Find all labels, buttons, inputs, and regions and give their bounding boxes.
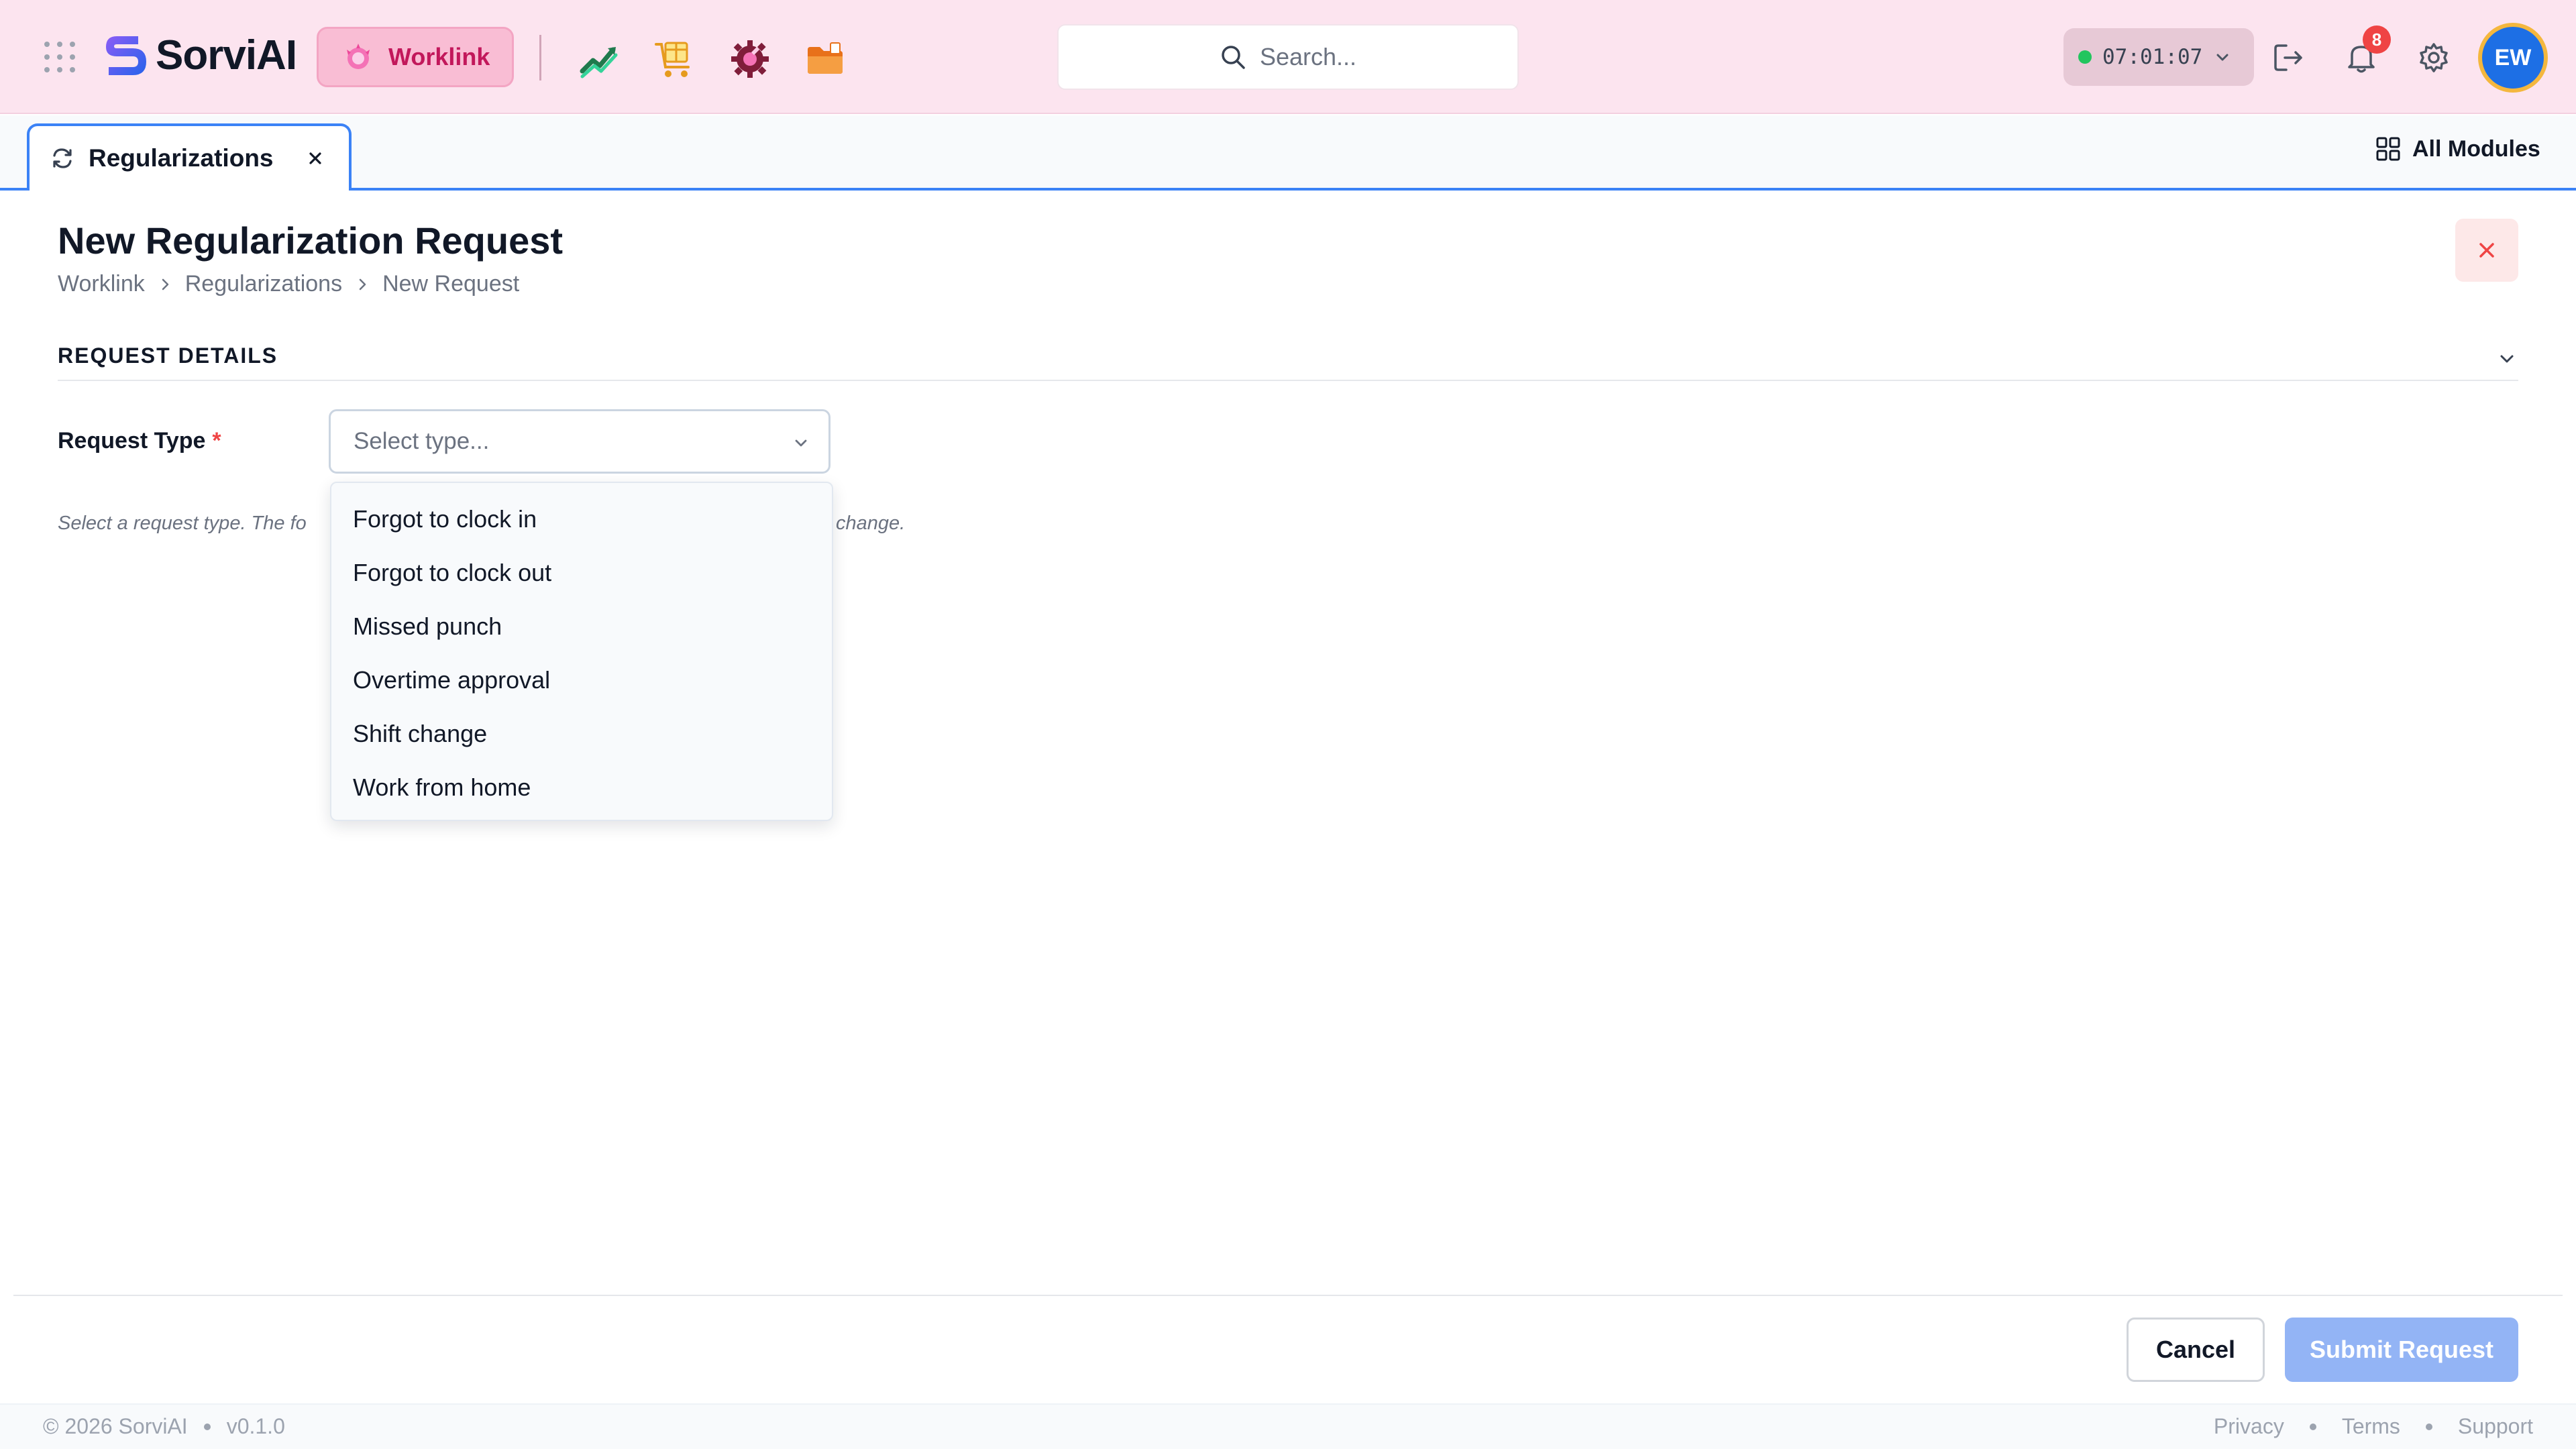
folder-icon[interactable] — [804, 38, 847, 80]
section-title: REQUEST DETAILS — [58, 343, 278, 368]
modules-grid-icon — [2376, 137, 2400, 161]
option-missed-punch[interactable]: Missed punch — [331, 600, 832, 653]
cancel-button[interactable]: Cancel — [2127, 1318, 2265, 1382]
hint-text: Select a request type. The fo — [58, 513, 307, 534]
hint-text-tail: change. — [836, 513, 906, 534]
submit-request-button[interactable]: Submit Request — [2285, 1318, 2518, 1382]
tab-label: Regularizations — [89, 144, 274, 172]
footer-links: Privacy Terms Support — [2214, 1414, 2533, 1439]
request-type-label-text: Request Type — [58, 428, 206, 453]
select-placeholder: Select type... — [354, 428, 490, 454]
breadcrumb-regularizations[interactable]: Regularizations — [185, 271, 342, 297]
worklink-module-icon — [347, 44, 370, 69]
request-type-dropdown-menu: Forgot to clock in Forgot to clock out M… — [330, 482, 833, 821]
attendance-timer[interactable]: 07:01:07 — [2063, 28, 2254, 86]
all-modules-button[interactable]: All Modules — [2375, 136, 2540, 162]
footer-separator-dot — [203, 1423, 211, 1430]
breadcrumb-worklink[interactable]: Worklink — [58, 271, 145, 297]
copyright-text: © 2026 SorviAI — [43, 1414, 188, 1438]
option-work-from-home[interactable]: Work from home — [331, 761, 832, 814]
chevron-down-icon — [795, 439, 807, 447]
online-status-dot — [2078, 50, 2092, 64]
status-bar — [0, 1403, 2576, 1449]
chevron-right-icon — [162, 278, 168, 290]
required-asterisk: * — [212, 428, 221, 453]
sorviai-logo-icon — [106, 36, 146, 75]
search-icon — [1222, 46, 1245, 69]
collapse-section-chevron-icon[interactable] — [2496, 347, 2518, 370]
form-footer-divider — [13, 1295, 2563, 1296]
request-type-hint: Select a request type. The fo change. — [58, 513, 905, 535]
search-placeholder: Search... — [1259, 43, 1357, 70]
gear-wrench-icon[interactable] — [729, 38, 771, 80]
analytics-trend-icon[interactable] — [578, 38, 621, 80]
breadcrumb: Worklink Regularizations New Request — [58, 271, 519, 297]
page-title: New Regularization Request — [58, 219, 564, 262]
request-type-select[interactable]: Select type... — [329, 409, 830, 474]
terms-link[interactable]: Terms — [2342, 1414, 2400, 1439]
footer-separator-dot — [2425, 1423, 2432, 1430]
option-forgot-clock-out[interactable]: Forgot to clock out — [331, 546, 832, 600]
user-avatar[interactable]: EW — [2478, 23, 2548, 93]
request-type-label: Request Type * — [58, 428, 221, 454]
settings-gear-icon[interactable] — [2416, 40, 2451, 75]
global-search-input[interactable]: Search... — [1057, 24, 1519, 90]
close-tab-icon[interactable] — [305, 148, 326, 169]
app-logo[interactable]: SorviAI — [99, 30, 297, 80]
footer-meta: © 2026 SorviAI v0.1.0 — [43, 1414, 285, 1439]
timer-value: 07:01:07 — [2102, 45, 2203, 69]
option-shift-change[interactable]: Shift change — [331, 707, 832, 761]
refresh-arrows-icon — [53, 148, 72, 168]
tab-strip — [0, 115, 2576, 191]
chevron-right-icon — [359, 278, 366, 290]
tab-regularizations[interactable]: Regularizations — [27, 123, 352, 191]
active-tab-gap — [30, 186, 349, 192]
chevron-down-icon — [2216, 54, 2229, 61]
logout-icon[interactable] — [2271, 40, 2306, 75]
breadcrumb-current: New Request — [382, 271, 520, 297]
notification-count-badge: 8 — [2363, 25, 2391, 54]
module-switcher-worklink[interactable]: Worklink — [317, 27, 514, 87]
section-divider — [58, 380, 2518, 381]
option-forgot-clock-in[interactable]: Forgot to clock in — [331, 492, 832, 546]
support-link[interactable]: Support — [2458, 1414, 2533, 1439]
app-name: SorviAI — [156, 32, 297, 78]
apps-grid-icon[interactable] — [44, 42, 76, 74]
tab-strip-underline — [0, 188, 2576, 191]
privacy-link[interactable]: Privacy — [2214, 1414, 2284, 1439]
close-icon — [2479, 243, 2494, 258]
version-text: v0.1.0 — [226, 1414, 285, 1438]
module-label: Worklink — [388, 43, 490, 70]
option-overtime-approval[interactable]: Overtime approval — [331, 653, 832, 707]
all-modules-label: All Modules — [2412, 136, 2540, 162]
footer-separator-dot — [2309, 1423, 2316, 1430]
close-form-button[interactable] — [2455, 219, 2518, 282]
cart-box-icon[interactable] — [653, 38, 696, 80]
toolbar-divider — [539, 35, 541, 80]
